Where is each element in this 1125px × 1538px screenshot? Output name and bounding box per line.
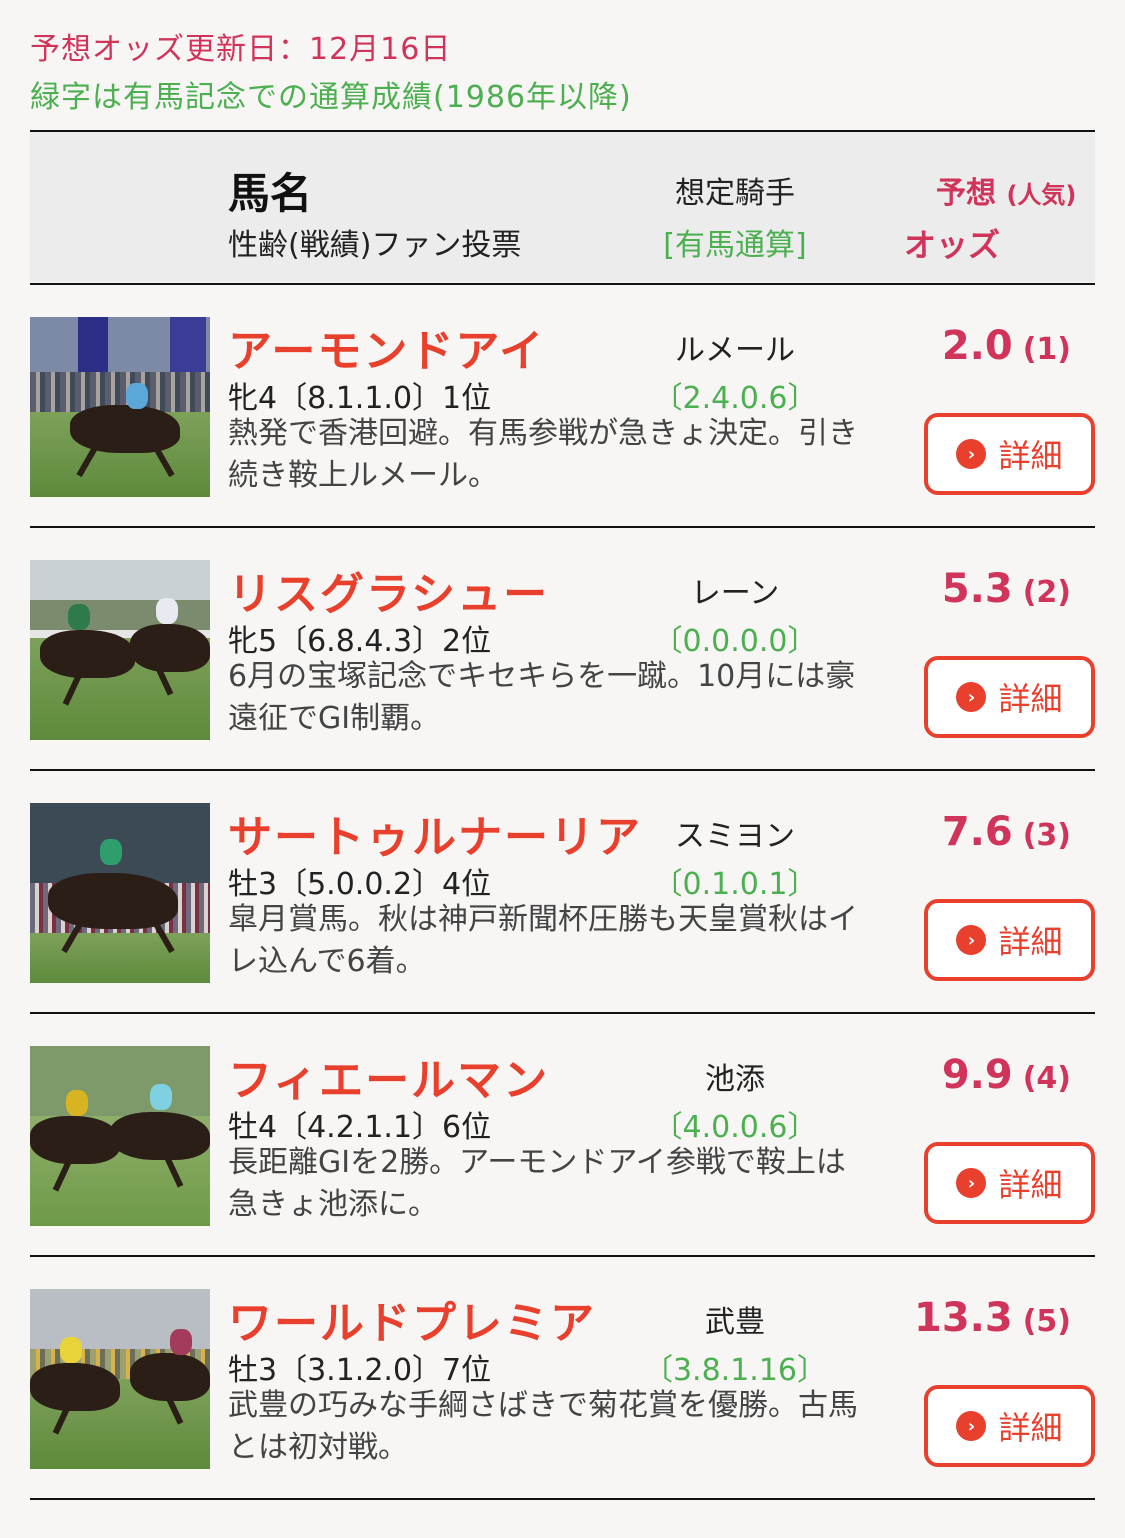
horse-photo xyxy=(30,803,210,983)
popularity-rank: (3) xyxy=(1022,818,1071,853)
header-prediction-label: 予想 xyxy=(936,176,996,211)
list-item: ワールドプレミア 牡3〔3.1.2.0〕7位 武豊の巧みな手綱さばきで菊花賞を優… xyxy=(30,1257,1095,1500)
detail-button[interactable]: › 詳細 xyxy=(924,899,1095,981)
table-header: 馬名 性齢(戦績)ファン投票 想定騎手 [有馬通算] 予想 (人気) オッズ xyxy=(30,132,1095,282)
horse-record: 牝5〔6.8.4.3〕2位 xyxy=(228,624,492,659)
jockey-name: 武豊 xyxy=(705,1305,765,1340)
jockey-arima-record: 〔4.0.0.6〕 xyxy=(652,1110,818,1145)
chevron-right-circle-icon: › xyxy=(956,439,987,469)
horse-name[interactable]: アーモンドアイ xyxy=(228,315,545,379)
horse-photo xyxy=(30,1046,210,1226)
predicted-odds: 9.9 (4) xyxy=(942,1052,1071,1098)
chevron-right-circle-icon: › xyxy=(956,925,987,955)
list-item: フィエールマン 牡4〔4.2.1.1〕6位 長距離GIを2勝。アーモンドアイ参戦… xyxy=(30,1014,1095,1257)
header-prediction: 予想 (人気) xyxy=(936,168,1076,212)
detail-button[interactable]: › 詳細 xyxy=(924,1385,1095,1467)
jockey-name: ルメール xyxy=(675,333,795,368)
horse-record: 牡3〔5.0.0.2〕4位 xyxy=(228,867,492,902)
horse-comment: 皐月賞馬。秋は神戸新聞杯圧勝も天皇賞秋はイレ込んで6着。 xyxy=(228,902,858,979)
horse-comment: 武豊の巧みな手綱さばきで菊花賞を優勝。古馬とは初対戦。 xyxy=(228,1388,858,1465)
header-jockey: 想定騎手 xyxy=(675,176,795,211)
list-item: リスグラシュー 牝5〔6.8.4.3〕2位 6月の宝塚記念でキセキらを一蹴。10… xyxy=(30,528,1095,771)
detail-button-label: 詳細 xyxy=(998,680,1063,718)
horse-comment: 6月の宝塚記念でキセキらを一蹴。10月には豪遠征でGI制覇。 xyxy=(228,659,856,736)
horse-photo xyxy=(30,1289,210,1469)
jockey-arima-record: 〔3.8.1.16〕 xyxy=(642,1353,828,1388)
detail-button[interactable]: › 詳細 xyxy=(924,413,1095,495)
horse-record: 牝4〔8.1.1.0〕1位 xyxy=(228,381,492,416)
predicted-odds: 13.3 (5) xyxy=(914,1295,1071,1341)
jockey-name: 池添 xyxy=(705,1062,765,1097)
header-jockey-sub: [有馬通算] xyxy=(663,228,807,263)
header-odds: オッズ xyxy=(904,226,1001,264)
divider xyxy=(30,1498,1095,1500)
horse-record: 牡4〔4.2.1.1〕6位 xyxy=(228,1110,492,1145)
detail-button[interactable]: › 詳細 xyxy=(924,656,1095,738)
horse-photo xyxy=(30,560,210,740)
horse-comment: 長距離GIを2勝。アーモンドアイ参戦で鞍上は急きょ池添に。 xyxy=(228,1145,846,1222)
jockey-arima-record: 〔2.4.0.6〕 xyxy=(652,381,818,416)
odds-value: 5.3 xyxy=(941,566,1013,612)
horse-comment: 熱発で香港回避。有馬参戦が急きょ決定。引き続き鞍上ルメール。 xyxy=(228,416,858,493)
odds-value: 2.0 xyxy=(941,323,1013,369)
chevron-right-circle-icon: › xyxy=(956,1168,987,1198)
detail-button-label: 詳細 xyxy=(998,1166,1063,1204)
header-popularity-label: (人気) xyxy=(1006,181,1077,209)
popularity-rank: (2) xyxy=(1022,575,1071,610)
jockey-name: スミヨン xyxy=(675,819,795,854)
jockey-name: レーン xyxy=(690,576,780,611)
detail-button-label: 詳細 xyxy=(998,923,1063,961)
popularity-rank: (1) xyxy=(1022,332,1071,367)
predicted-odds: 5.3 (2) xyxy=(942,566,1071,612)
green-text-note: 緑字は有馬記念での通算成績(1986年以降) xyxy=(30,80,632,115)
list-item: アーモンドアイ 牝4〔8.1.1.0〕1位 熱発で香港回避。有馬参戦が急きょ決定… xyxy=(30,285,1095,528)
jockey-arima-record: 〔0.0.0.0〕 xyxy=(652,624,818,659)
popularity-rank: (5) xyxy=(1022,1304,1071,1339)
predicted-odds: 7.6 (3) xyxy=(942,809,1071,855)
horse-record: 牡3〔3.1.2.0〕7位 xyxy=(228,1353,492,1388)
horse-name[interactable]: リスグラシュー xyxy=(228,558,549,622)
chevron-right-circle-icon: › xyxy=(956,1411,987,1441)
jockey-arima-record: 〔0.1.0.1〕 xyxy=(652,867,818,902)
popularity-rank: (4) xyxy=(1022,1061,1071,1096)
detail-button-label: 詳細 xyxy=(998,1409,1063,1447)
predicted-odds: 2.0 (1) xyxy=(942,323,1071,369)
odds-update-date: 予想オッズ更新日：12月16日 xyxy=(30,32,452,67)
detail-button-label: 詳細 xyxy=(998,437,1063,475)
list-item: サートゥルナーリア 牡3〔5.0.0.2〕4位 皐月賞馬。秋は神戸新聞杯圧勝も天… xyxy=(30,771,1095,1014)
odds-value: 13.3 xyxy=(914,1295,1013,1341)
odds-value: 9.9 xyxy=(941,1052,1013,1098)
horse-name[interactable]: サートゥルナーリア xyxy=(228,801,642,865)
odds-value: 7.6 xyxy=(941,809,1013,855)
header-horse-name: 馬名 xyxy=(228,169,313,218)
detail-button[interactable]: › 詳細 xyxy=(924,1142,1095,1224)
horse-name[interactable]: ワールドプレミア xyxy=(228,1287,596,1351)
horse-photo xyxy=(30,317,210,497)
chevron-right-circle-icon: › xyxy=(956,682,987,712)
header-horse-sub: 性齢(戦績)ファン投票 xyxy=(228,228,522,263)
horse-name[interactable]: フィエールマン xyxy=(228,1044,549,1108)
